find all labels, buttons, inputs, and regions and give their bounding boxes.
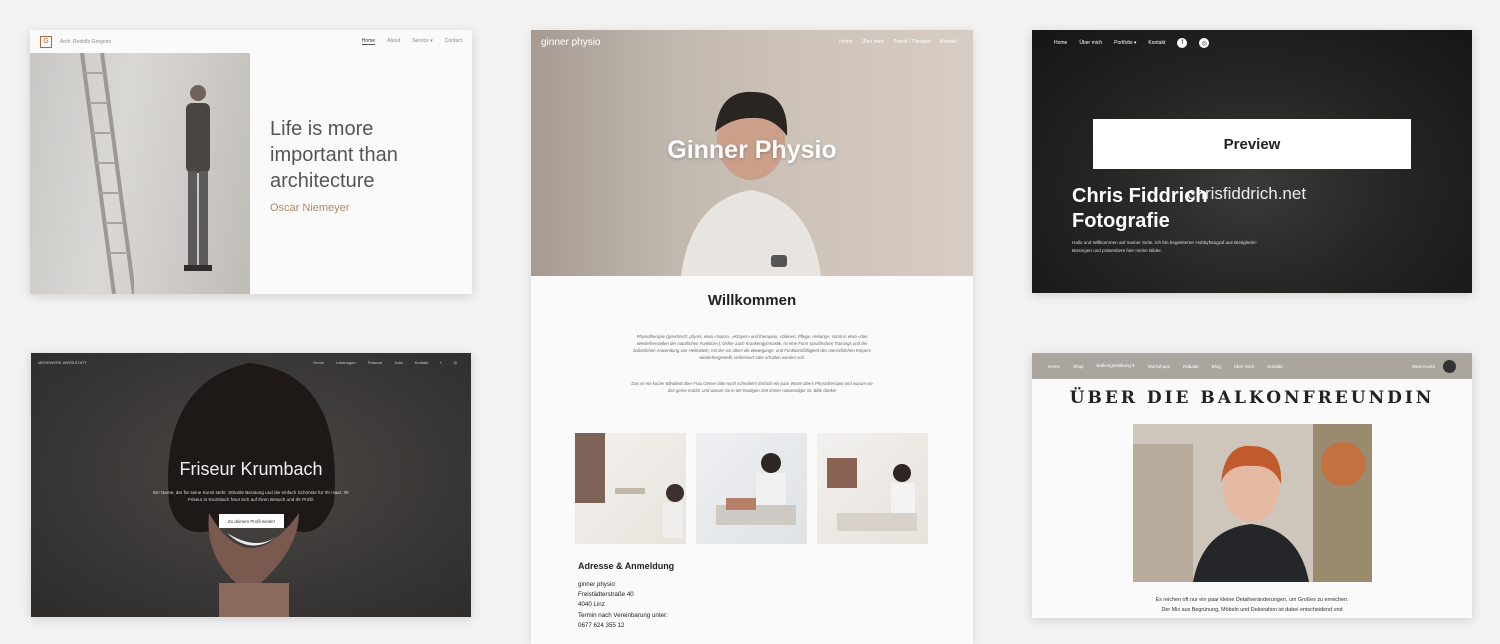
quote-text: Life is more important than architecture (270, 118, 398, 192)
nav-leistungen[interactable]: Leistungen (336, 360, 356, 365)
gallery-image-2[interactable] (696, 433, 807, 544)
template-card-friseur[interactable]: MERKWERK WERKSTATT Home Leistungen Frise… (31, 353, 471, 617)
nav-ueber-mich[interactable]: Über mich (1234, 364, 1255, 369)
facebook-icon[interactable]: f (440, 360, 441, 365)
quote-author: Oscar Niemeyer (270, 202, 350, 214)
friseur-cta-button[interactable]: Zu deinem Profil weiter! (219, 514, 284, 528)
friseur-brand[interactable]: MERKWERK WERKSTATT (38, 360, 87, 365)
therapy-gallery (575, 433, 928, 544)
nav-home[interactable]: Home (1048, 364, 1060, 369)
nav-home[interactable]: Home (1054, 40, 1067, 46)
man-figure-illustration (184, 85, 212, 271)
balkon-navbar: Home Shop Balkongestaltung ▾ Workshops R… (1032, 353, 1472, 379)
balkon-title: ÜBER DIE BALKONFREUNDIN (1069, 388, 1435, 408)
nav-rabatte[interactable]: Rabatte (1183, 364, 1199, 369)
photography-navbar: Home Über mich Portfolio ▾ Kontakt f ◎ (1054, 38, 1210, 48)
quote-block: Life is more important than architecture… (270, 116, 460, 214)
ladder-illustration (80, 53, 134, 294)
nav-friseure[interactable]: Friseure (368, 360, 383, 365)
welcome-heading: Willkommen (707, 292, 797, 309)
nav-home[interactable]: Home (313, 360, 324, 365)
architecture-navbar: G Arch. Rodolfo Gregorio Home About Serv… (30, 30, 472, 53)
nav-kontakt[interactable]: Kontakt (940, 39, 957, 45)
title-line-2: Fotografie (1072, 210, 1170, 232)
nav-about[interactable]: About (387, 38, 400, 45)
intro-paragraph: Physiotherapie (griechisch: physis, etwa… (633, 334, 871, 360)
template-card-photography[interactable]: Home Über mich Portfolio ▾ Kontakt f ◎ C… (1032, 30, 1472, 293)
instagram-icon[interactable]: ◎ (1199, 38, 1210, 48)
friseur-navbar: MERKWERK WERKSTATT Home Leistungen Frise… (38, 360, 457, 365)
balkon-text-1: Es reichen oft nur ein paar kleine Detai… (1155, 597, 1349, 603)
nav-kontakt[interactable]: Kontakt (1267, 364, 1282, 369)
instagram-icon[interactable]: ◎ (454, 360, 458, 365)
nav-ueber-mich[interactable]: Über mich (862, 39, 885, 45)
template-card-architecture[interactable]: G Arch. Rodolfo Gregorio Home About Serv… (30, 30, 472, 294)
physio-hero: ginner physio Home Über mich Praxis / Th… (531, 30, 973, 276)
physio-hero-title: Ginner Physio (667, 136, 837, 164)
nav-service[interactable]: Service ▾ (412, 38, 433, 45)
balkon-portrait-photo (1133, 424, 1372, 582)
architecture-nav-links: Home About Service ▾ Contact (361, 38, 462, 45)
balkon-text-2: Der Mix aus Begrünung, Möbeln und Dekora… (1161, 607, 1343, 613)
architecture-logo-icon: G (40, 35, 52, 48)
nav-portfolio[interactable]: Portfolio ▾ (1114, 40, 1136, 46)
nav-jobs[interactable]: Jobs (394, 360, 402, 365)
woman-hair-illustration (168, 363, 335, 617)
address-heading: Adresse & Anmeldung (578, 561, 675, 571)
nav-blog[interactable]: Blog (1212, 364, 1221, 369)
friseur-title: Friseur Krumbach (179, 459, 323, 479)
gallery-image-3[interactable] (817, 433, 928, 544)
nav-shop[interactable]: Shop (1073, 364, 1084, 369)
template-card-physio[interactable]: ginner physio Home Über mich Praxis / Th… (531, 30, 973, 644)
template-card-balkon[interactable]: Home Shop Balkongestaltung ▾ Workshops R… (1032, 353, 1472, 618)
physio-nav-links: Home Über mich Praxis / Therapie Kontakt (839, 39, 957, 45)
architecture-hero-photo (30, 53, 250, 294)
woman-portrait-illustration (681, 91, 821, 276)
domain-label: chrisfiddrich.net (1187, 184, 1307, 203)
about-paragraph: Das ist ein kurzer Blindtext über Frau G… (631, 381, 873, 393)
address-line: 4040 Linz (578, 601, 605, 609)
address-block: ginner physio Freistädterstraße 40 4040 … (578, 580, 668, 631)
nav-praxis[interactable]: Praxis / Therapie (893, 39, 931, 45)
nav-balkongestaltung[interactable]: Balkongestaltung ▾ (1097, 363, 1135, 369)
nav-contact[interactable]: Contact (445, 38, 462, 45)
nav-home[interactable]: Home (361, 38, 376, 45)
avatar-icon[interactable] (1443, 359, 1456, 373)
preview-button[interactable]: Preview (1093, 119, 1411, 169)
nav-kontakt[interactable]: Kontakt (1148, 40, 1165, 46)
nav-home[interactable]: Home (839, 39, 852, 45)
address-line: ginner physio (578, 581, 615, 588)
nav-workshops[interactable]: Workshops (1148, 364, 1170, 369)
address-line: Freistädterstraße 40 (578, 591, 634, 599)
nav-kontakt[interactable]: Kontakt (415, 360, 429, 365)
balkon-nav-right: Mein Konto (1412, 359, 1456, 373)
physio-brand[interactable]: ginner physio (541, 37, 600, 48)
friseur-nav-links: Home Leistungen Friseure Jobs Kontakt f … (313, 360, 457, 365)
address-line: Termin nach Vereinbarung unter: (578, 611, 668, 619)
account-link[interactable]: Mein Konto (1412, 364, 1435, 369)
address-phone[interactable]: 0677 624 355 12 (578, 621, 668, 631)
facebook-icon[interactable]: f (1177, 38, 1188, 48)
gallery-image-1[interactable] (575, 433, 686, 544)
nav-ueber-mich[interactable]: Über mich (1079, 40, 1102, 46)
friseur-subtitle: Ein Name, der für seine Kunst steht. Sti… (153, 490, 349, 502)
architecture-brand: Arch. Rodolfo Gregorio (60, 38, 112, 45)
photography-description: Hallo und Willkommen auf meiner Seite. I… (1072, 240, 1258, 253)
